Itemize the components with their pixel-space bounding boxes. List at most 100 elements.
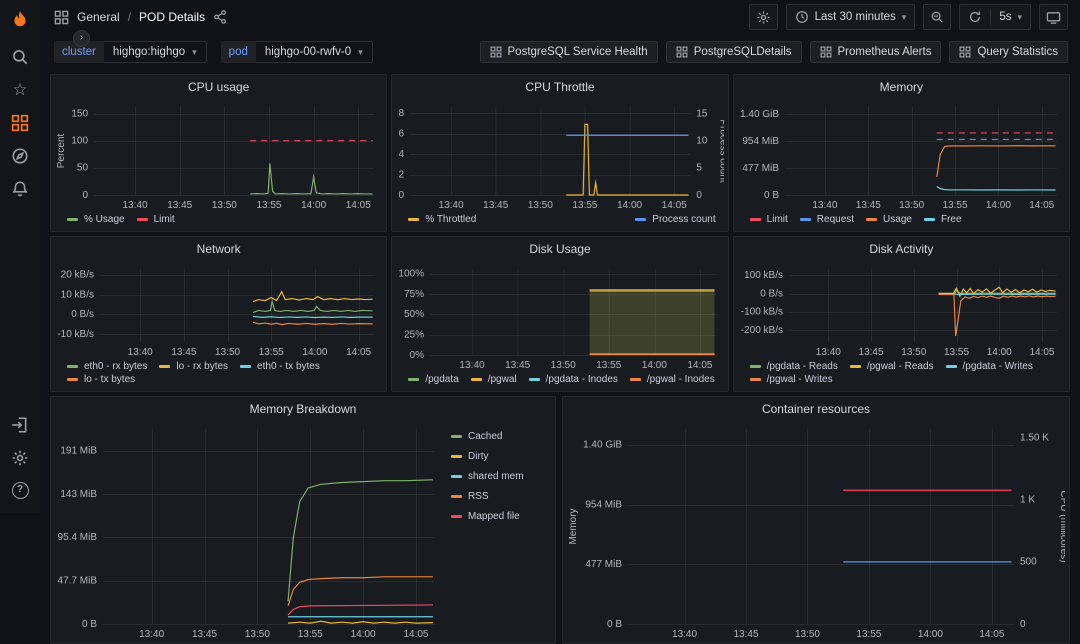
memory-breakdown-chart[interactable] [55, 421, 443, 641]
legend-swatch [749, 378, 761, 381]
legend-item[interactable]: shared mem [451, 471, 524, 482]
dashboard-link-postgresql-service-health[interactable]: PostgreSQL Service Health [479, 41, 658, 63]
legend-item[interactable]: Free [923, 214, 962, 225]
panel-title[interactable]: CPU usage [51, 75, 386, 99]
zoom-out-button[interactable] [923, 4, 952, 30]
refresh-interval-label: 5s [999, 11, 1012, 23]
panel-container-resources: Container resources [562, 396, 1070, 644]
legend-swatch [451, 435, 462, 438]
legend-item[interactable]: Cached [451, 431, 524, 442]
legend-item[interactable]: lo - rx bytes [159, 361, 228, 372]
variable-pod-label: pod [220, 41, 256, 63]
legend-item[interactable]: /pgwal - Inodes [629, 374, 715, 385]
breadcrumb-separator: / [127, 10, 132, 24]
tv-monitor-icon [1046, 11, 1061, 24]
dashboard-link-postgresqldetails[interactable]: PostgreSQLDetails [665, 41, 802, 63]
dashboard-links: PostgreSQL Service Health PostgreSQLDeta… [479, 41, 1068, 63]
legend-item[interactable]: /pgdata - Reads [749, 361, 838, 372]
panel-memory-breakdown: Memory Breakdown Cached Dirty shared mem RS… [50, 396, 556, 644]
legend-item[interactable]: Limit [136, 214, 175, 225]
panel-network: Network eth0 - rx bytes lo - rx bytes eth0… [50, 236, 388, 392]
chart-legend: % Usage Limit [55, 212, 382, 229]
breadcrumb-folder[interactable]: General [77, 10, 120, 24]
panel-disk-activity: Disk Activity /pgdata - Reads/pgwal - Re… [732, 236, 1070, 392]
cpu-usage-chart[interactable] [55, 99, 383, 212]
dashboard-link-prometheus-alerts[interactable]: Prometheus Alerts [809, 41, 942, 63]
variable-cluster-dropdown[interactable]: highgo:highgo ▾ [103, 41, 207, 63]
legend-item[interactable]: eth0 - tx bytes [240, 361, 320, 372]
time-range-label: Last 30 minutes [814, 11, 896, 23]
explore-compass-icon[interactable] [0, 139, 40, 172]
gear-icon [757, 10, 770, 24]
network-chart[interactable] [55, 261, 383, 359]
panel-title[interactable]: Disk Usage [392, 237, 727, 261]
legend-swatch [470, 378, 482, 381]
alerting-bell-icon[interactable] [0, 172, 40, 205]
chart-legend: % Throttled Process count [396, 212, 723, 229]
apps-grid-icon [54, 10, 69, 24]
legend-item[interactable]: /pgdata [408, 374, 459, 385]
legend-swatch [408, 218, 420, 221]
panel-title[interactable]: Memory Breakdown [51, 397, 555, 421]
legend-item[interactable]: /pgdata - Writes [945, 361, 1033, 372]
refresh-icon [970, 11, 981, 22]
legend-item[interactable]: % Usage [67, 214, 125, 225]
legend-item[interactable]: RSS [451, 491, 524, 502]
time-range-picker[interactable]: Last 30 minutes ▾ [785, 4, 916, 30]
legend-swatch [629, 378, 641, 381]
disk-activity-chart[interactable] [737, 261, 1065, 359]
dashboards-icon[interactable] [0, 106, 40, 139]
sidebar: ☆ ? [0, 0, 40, 513]
grafana-app: ☆ ? › General / POD Details Last 30 minu… [0, 0, 1080, 644]
search-icon[interactable] [0, 40, 40, 73]
legend-item[interactable]: % Throttled [408, 214, 476, 225]
settings-gear-icon[interactable] [0, 441, 40, 474]
legend-item[interactable]: /pgwal - Writes [749, 374, 833, 385]
panel-title[interactable]: Memory [734, 75, 1069, 99]
legend-swatch [799, 218, 811, 221]
legend-item[interactable]: Dirty [451, 451, 524, 462]
container-resources-chart[interactable] [567, 421, 1065, 641]
memory-chart[interactable] [737, 99, 1065, 212]
legend-swatch [749, 218, 761, 221]
grafana-logo[interactable] [0, 6, 40, 36]
sign-in-icon[interactable] [0, 408, 40, 441]
sidebar-expand-chevron-icon[interactable]: › [73, 30, 90, 47]
apps-grid-icon [959, 46, 971, 58]
panel-title[interactable]: Disk Activity [734, 237, 1069, 261]
variable-cluster-value: highgo:highgo [112, 46, 186, 58]
legend-item[interactable]: eth0 - rx bytes [67, 361, 147, 372]
legend-item[interactable]: /pgwal - Reads [849, 361, 934, 372]
legend-swatch [408, 378, 420, 381]
help-icon[interactable]: ? [0, 474, 40, 507]
panel-title[interactable]: Container resources [563, 397, 1069, 421]
legend-swatch [240, 365, 252, 368]
dashboard-link-query-statistics[interactable]: Query Statistics [949, 41, 1068, 63]
panel-title[interactable]: CPU Throttle [392, 75, 727, 99]
legend-item[interactable]: lo - tx bytes [67, 374, 135, 385]
legend-item[interactable]: /pgdata - Inodes [528, 374, 618, 385]
legend-swatch [749, 365, 761, 368]
nav-actions: Last 30 minutes ▾ 5s ▾ [748, 4, 1068, 30]
share-icon[interactable] [213, 10, 227, 24]
legend-item[interactable]: Usage [866, 214, 912, 225]
main-area: › General / POD Details Last 30 minutes … [40, 0, 1080, 644]
cycle-view-button[interactable] [1039, 4, 1068, 30]
legend-item[interactable]: /pgwal [470, 374, 517, 385]
legend-item[interactable]: Process count [635, 214, 716, 225]
disk-usage-chart[interactable] [396, 261, 724, 372]
legend-swatch [866, 218, 878, 221]
legend-swatch [451, 455, 462, 458]
panel-title[interactable]: Network [51, 237, 386, 261]
breadcrumb-dashboard[interactable]: POD Details [139, 10, 205, 24]
legend-swatch [451, 515, 462, 518]
dashboard-settings-button[interactable] [748, 4, 778, 30]
starred-icon[interactable]: ☆ [0, 73, 40, 106]
legend-item[interactable]: Request [799, 214, 854, 225]
cpu-throttle-chart[interactable] [396, 99, 724, 212]
variable-pod-dropdown[interactable]: highgo-00-rwfv-0 ▾ [255, 41, 373, 63]
refresh-picker[interactable]: 5s ▾ [959, 4, 1031, 30]
legend-swatch [136, 218, 148, 221]
legend-item[interactable]: Limit [749, 214, 788, 225]
chart-legend: /pgdata - Reads/pgwal - Reads/pgdata - W… [738, 359, 1065, 389]
